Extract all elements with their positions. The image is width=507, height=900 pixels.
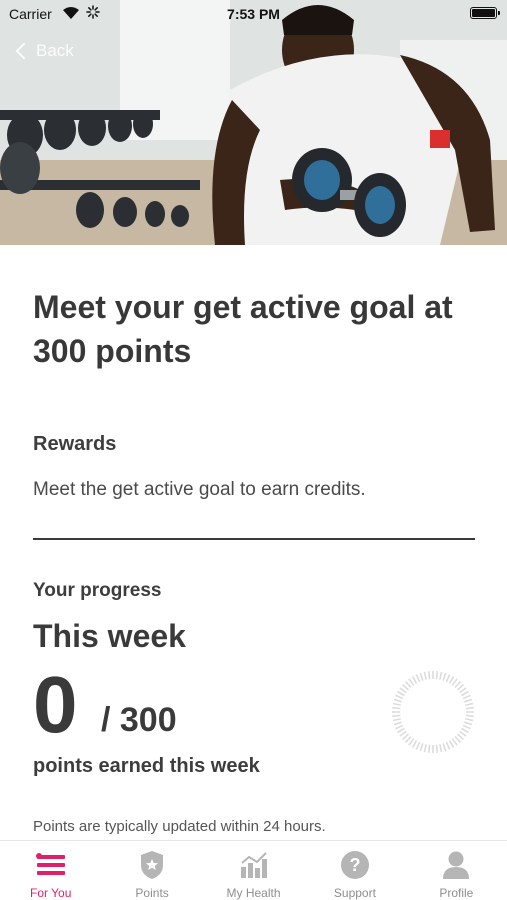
progress-period: This week <box>33 618 186 654</box>
progress-ring-tick <box>423 744 427 753</box>
points-goal-value: / 300 <box>101 701 177 739</box>
progress-ring-tick <box>395 724 404 730</box>
progress-ring-tick <box>399 730 407 737</box>
progress-ring-tick <box>439 744 443 753</box>
progress-ring-tick <box>442 672 447 681</box>
progress-ring-tick <box>399 687 407 694</box>
tab-label: My Health <box>226 886 281 900</box>
progress-ring-tick <box>456 683 465 691</box>
rewards-description: Meet the get active goal to earn credits… <box>33 479 366 500</box>
tab-label: Profile <box>439 886 474 900</box>
tab-label: For You <box>30 886 72 900</box>
progress-ring-tick <box>465 718 474 722</box>
update-note: Points are typically updated within 24 h… <box>33 818 326 835</box>
tab-points[interactable]: Points <box>101 841 202 900</box>
progress-ring-tick <box>415 674 421 683</box>
progress-ring-tick <box>419 672 424 681</box>
progress-ring-tick <box>439 671 443 680</box>
page-title: Meet your get active goal at 300 points <box>33 289 453 369</box>
help-icon: ? <box>339 849 371 881</box>
progress-ring-tick <box>423 671 427 680</box>
progress-ring-tick <box>451 678 458 686</box>
tab-my-health[interactable]: My Health <box>203 841 304 900</box>
rewards-title: Rewards <box>33 433 117 455</box>
status-bar: Carrier 7:53 PM <box>0 0 507 28</box>
tab-profile[interactable]: Profile <box>406 841 507 900</box>
progress-ring-tick <box>435 744 439 753</box>
progress-ring-tick <box>393 721 402 726</box>
progress-ring-tick <box>451 738 458 746</box>
progress-ring-tick <box>392 702 401 706</box>
profile-icon <box>440 849 472 881</box>
back-label: Back <box>36 41 74 60</box>
progress-ring-tick <box>464 698 473 703</box>
chevron-left-icon <box>15 42 33 60</box>
progress-ring-tick <box>401 733 410 741</box>
progress-ring-tick <box>404 735 412 744</box>
points-badge-icon <box>136 849 168 881</box>
progress-ring-tick <box>397 690 405 697</box>
progress-ring-tick <box>408 678 415 686</box>
progress-ring-tick <box>397 727 405 734</box>
tab-bar: For You Points My Health ? Support Profi… <box>0 840 507 900</box>
progress-ring-tick <box>454 680 462 689</box>
back-button[interactable]: Back <box>14 38 74 64</box>
tab-label: Support <box>333 886 376 900</box>
progress-ring-tick <box>401 683 410 691</box>
progress-ring-tick <box>448 676 455 684</box>
progress-ring-tick <box>392 706 401 710</box>
progress-ring-tick <box>427 671 431 680</box>
points-earned-value: 0 <box>33 660 78 749</box>
progress-ring-tick <box>411 676 418 684</box>
progress-ring-tick <box>411 740 418 748</box>
for-you-icon <box>35 849 67 881</box>
battery-icon <box>470 7 500 19</box>
progress-ring-tick <box>445 674 451 683</box>
points-caption: points earned this week <box>33 755 260 777</box>
status-time: 7:53 PM <box>227 6 280 22</box>
health-chart-icon <box>238 849 270 881</box>
progress-ring-tick <box>448 740 455 748</box>
progress-ring <box>392 671 474 753</box>
tab-support[interactable]: ? Support <box>304 841 405 900</box>
progress-ring-tick <box>393 698 402 703</box>
progress-ring-tick <box>404 680 412 689</box>
progress-ring-tick <box>465 706 474 710</box>
progress-ring-tick <box>408 738 415 746</box>
progress-ring-tick <box>392 714 401 718</box>
progress-ring-tick <box>462 694 471 700</box>
section-divider <box>33 538 475 540</box>
progress-ring-tick <box>464 721 473 726</box>
progress-ring-tick <box>459 687 467 694</box>
progress-section-label: Your progress <box>33 580 162 601</box>
progress-ring-tick <box>459 730 467 737</box>
svg-text:?: ? <box>349 855 360 875</box>
progress-ring-tick <box>442 743 447 752</box>
progress-ring-tick <box>435 671 439 680</box>
progress-ring-tick <box>445 741 451 750</box>
hero-image: Carrier 7:53 PM Back <box>0 0 507 245</box>
progress-ring-tick <box>427 744 431 753</box>
progress-ring-tick <box>462 724 471 730</box>
progress-ring-tick <box>395 694 404 700</box>
progress-ring-tick <box>461 690 469 697</box>
progress-ring-tick <box>465 702 474 706</box>
progress-ring-tick <box>419 743 424 752</box>
tab-for-you[interactable]: For You <box>0 841 101 900</box>
gym-photo-illustration <box>0 0 507 245</box>
progress-ring-tick <box>392 718 401 722</box>
progress-ring-tick <box>465 714 474 718</box>
progress-ring-tick <box>456 733 465 741</box>
progress-ring-tick <box>461 727 469 734</box>
tab-label: Points <box>135 886 169 900</box>
progress-ring-tick <box>415 741 421 750</box>
progress-ring-tick <box>454 735 462 744</box>
